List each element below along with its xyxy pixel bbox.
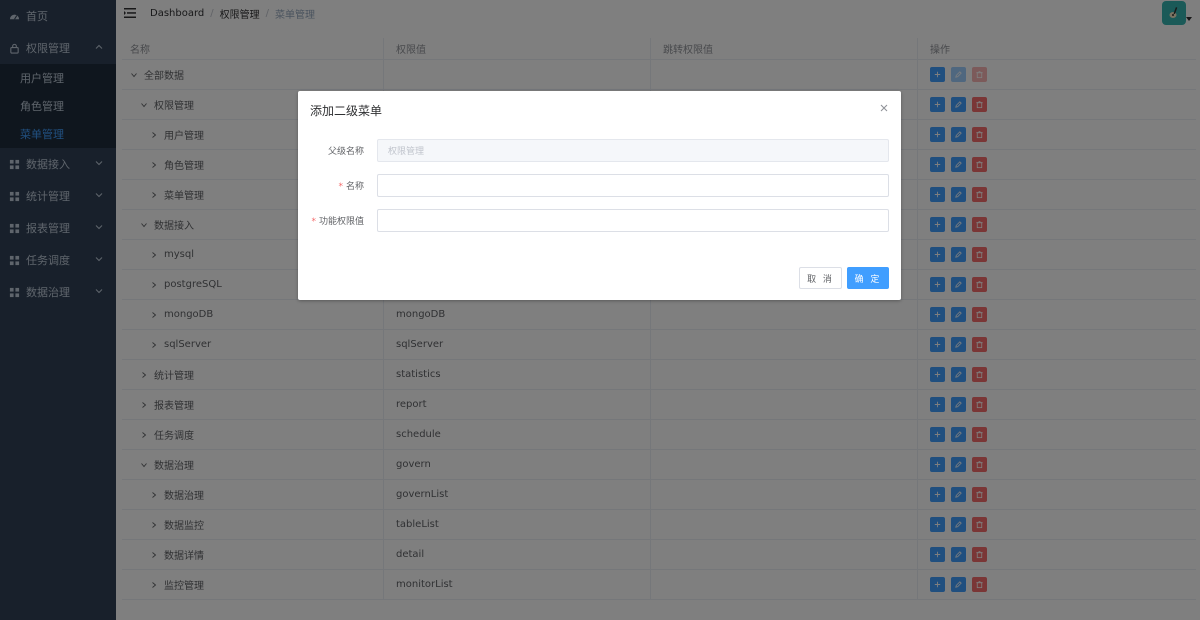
parent-name-label: 父级名称	[327, 146, 364, 157]
form-row-permission-value: * 功能权限值	[298, 208, 901, 232]
required-mark: *	[338, 181, 343, 192]
required-mark: *	[311, 216, 316, 227]
dialog-title: 添加二级菜单	[310, 104, 383, 118]
name-field[interactable]	[377, 173, 889, 197]
form-row-name: * 名称	[298, 173, 901, 197]
form-row-parent-name: 父级名称	[298, 138, 901, 162]
permission-value-field[interactable]	[377, 208, 889, 232]
confirm-button[interactable]: 确 定	[847, 267, 889, 289]
cancel-button[interactable]: 取 消	[799, 267, 842, 289]
name-label: * 名称	[338, 181, 364, 192]
parent-name-field[interactable]	[377, 138, 889, 162]
add-submenu-dialog: 添加二级菜单 父级名称 *名称 *功能权限值 取 消 确 定	[298, 91, 901, 300]
permission-value-label: * 功能权限值	[311, 216, 364, 227]
close-icon[interactable]	[879, 103, 889, 113]
